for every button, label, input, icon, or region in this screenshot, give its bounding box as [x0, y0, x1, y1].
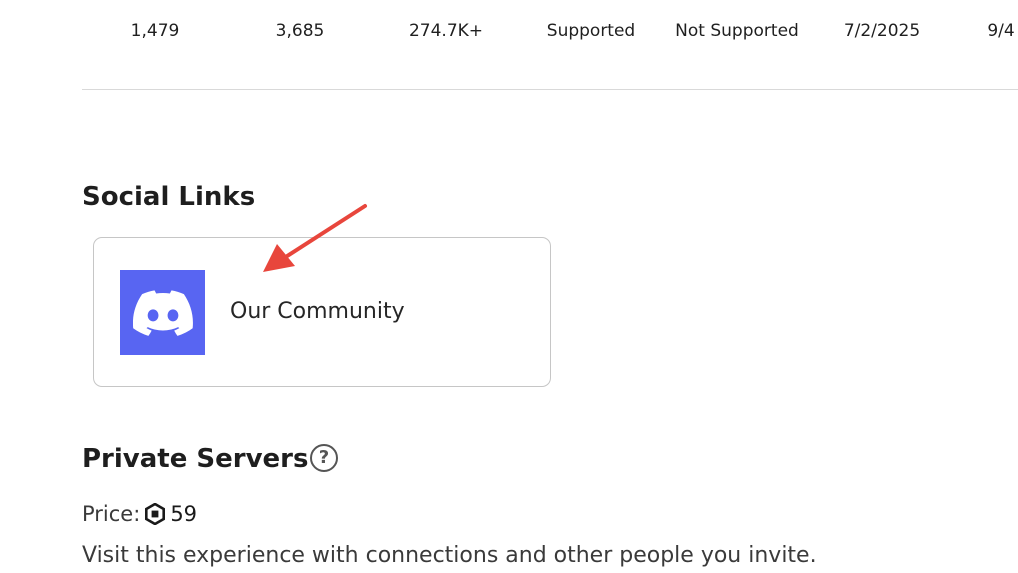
social-link-discord-card[interactable]: Our Community: [93, 237, 551, 387]
stat-camera: Not Supported: [675, 21, 799, 41]
stat-voice-chat: Supported: [546, 21, 636, 41]
price-label: Price:: [82, 502, 141, 526]
robux-icon: [144, 503, 166, 525]
stats-row: 1,479 3,685 274.7K+ Supported Not Suppor…: [0, 20, 1018, 42]
discord-icon: [120, 270, 205, 355]
social-link-label: Our Community: [230, 299, 405, 324]
private-servers-description: Visit this experience with connections a…: [82, 543, 817, 568]
section-divider: [82, 89, 1018, 90]
stat-visits: 274.7K+: [408, 21, 484, 41]
stat-created: 7/2/2025: [843, 21, 921, 41]
stat-updated: 9/4: [987, 21, 1015, 41]
price-row: Price: 59: [82, 500, 197, 528]
stat-active: 1,479: [130, 21, 180, 41]
help-icon[interactable]: ?: [310, 444, 338, 472]
price-value: 59: [170, 502, 198, 526]
social-links-title: Social Links: [82, 182, 256, 212]
stat-favorites: 3,685: [275, 21, 325, 41]
private-servers-title: Private Servers: [82, 444, 309, 474]
game-details-page: 1,479 3,685 274.7K+ Supported Not Suppor…: [0, 0, 1018, 573]
